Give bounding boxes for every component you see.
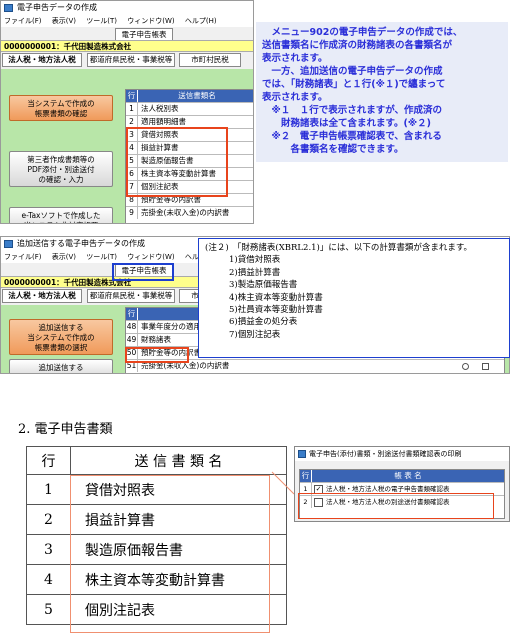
checked-row-highlight	[298, 493, 494, 519]
header-row-number: 行	[300, 470, 312, 482]
window-title: 電子申告(添付)書類・別途送付書類確認表の印刷	[309, 450, 462, 458]
connector-line	[271, 471, 295, 495]
grid-header: 行 帳 表 名	[300, 470, 504, 482]
header-form-name: 帳 表 名	[394, 471, 422, 480]
app-icon	[298, 450, 306, 458]
title-bar: 電子申告(添付)書類・別途送付書類確認表の印刷	[295, 447, 509, 461]
